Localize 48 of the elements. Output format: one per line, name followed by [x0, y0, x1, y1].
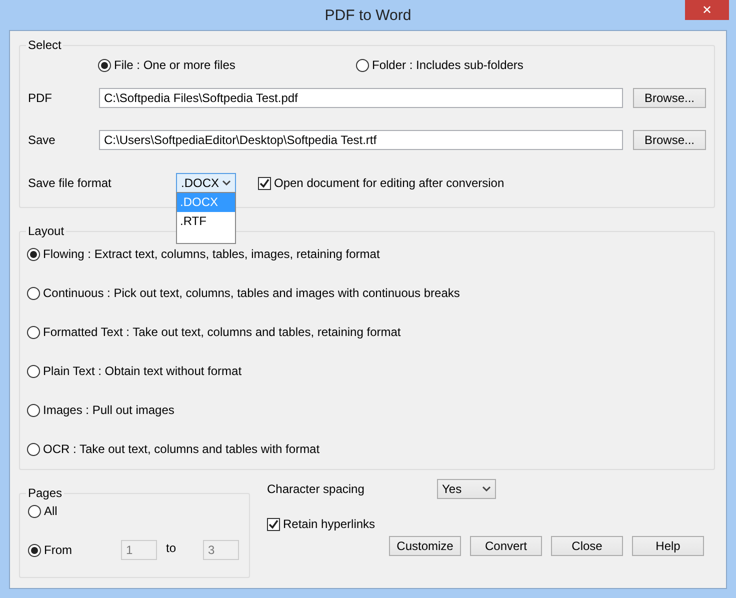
radio-button[interactable]: [98, 58, 111, 72]
field-label: Save: [28, 133, 56, 147]
field-label: PDF: [28, 91, 53, 105]
radio-label: From: [44, 543, 72, 557]
radio-button[interactable]: [27, 364, 40, 378]
radio-label: File : One or more files: [114, 58, 236, 72]
format-dropdown[interactable]: .DOCX: [176, 173, 236, 193]
dialog-button[interactable]: Help: [632, 536, 704, 556]
checkbox-label: Retain hyperlinks: [283, 517, 376, 531]
radio-label: Images : Pull out images: [43, 403, 174, 417]
close-button[interactable]: ✕: [685, 0, 729, 20]
radio-label: Continuous : Pick out text, columns, tables and images with continuous breaks: [43, 286, 460, 300]
radio-button[interactable]: [27, 248, 40, 260]
radio-button[interactable]: [27, 404, 40, 416]
page-from-field[interactable]: 1: [121, 540, 157, 560]
checkbox-label: Open document for editing after conversion: [274, 176, 504, 190]
radio-label: Folder : Includes sub-folders: [372, 58, 524, 72]
browse-button[interactable]: Browse...: [633, 130, 706, 150]
spacing-dropdown[interactable]: Yes: [437, 479, 496, 499]
radio-label: Flowing : Extract text, columns, tables, images, retaining format: [43, 247, 380, 261]
page-to-field[interactable]: 3: [203, 540, 239, 560]
to-label: to: [165, 541, 178, 555]
radio-button[interactable]: [27, 286, 40, 300]
chevron-down-icon: [482, 486, 491, 492]
radio-label: OCR : Take out text, columns and tables with format: [43, 442, 320, 456]
browse-button[interactable]: Browse...: [633, 88, 706, 108]
radio-button[interactable]: [28, 544, 41, 556]
radio-label: Formatted Text : Take out text, columns and tables, retaining format: [43, 325, 401, 339]
path-field[interactable]: C:\Softpedia Files\Softpedia Test.pdf: [99, 88, 623, 108]
dialog-button[interactable]: Convert: [470, 536, 542, 556]
radio-label: All: [44, 504, 58, 518]
radio-button[interactable]: [27, 326, 40, 338]
checkbox[interactable]: [258, 176, 271, 190]
group-title: Pages: [27, 486, 64, 500]
radio-button[interactable]: [356, 58, 369, 72]
path-field[interactable]: C:\Users\SoftpediaEditor\Desktop\Softpedia Test.rtf: [99, 130, 623, 150]
chevron-down-icon: [222, 180, 231, 186]
field-label: Save file format: [28, 176, 112, 190]
field-label: Character spacing: [267, 482, 366, 496]
checkbox[interactable]: [267, 518, 280, 530]
radio-button[interactable]: [27, 442, 40, 456]
group-title: Layout: [27, 224, 66, 238]
group-title: Select: [27, 38, 62, 52]
radio-label: Plain Text : Obtain text without format: [43, 364, 242, 378]
dialog-button[interactable]: Customize: [389, 536, 461, 556]
dialog-button[interactable]: Close: [551, 536, 623, 556]
window-title: PDF to Word: [324, 6, 412, 24]
radio-button[interactable]: [28, 504, 41, 518]
